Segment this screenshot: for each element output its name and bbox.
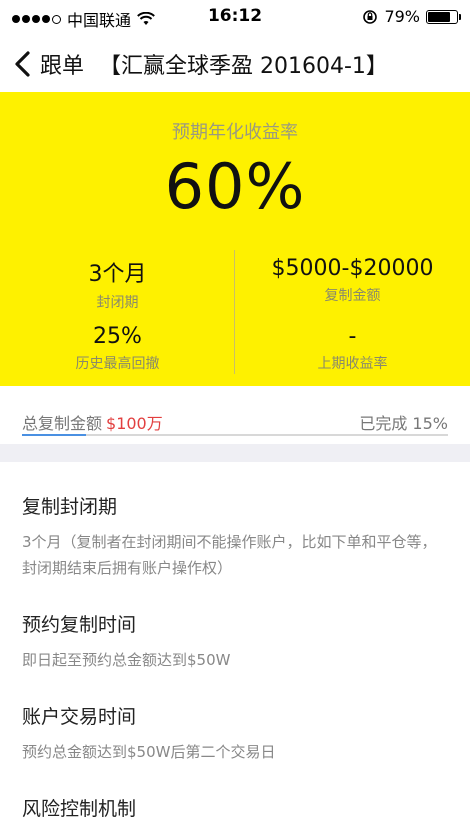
section-reservation-time: 预约复制时间 即日起至预约总金额达到$50W — [22, 610, 448, 673]
section-title: 风险控制机制 — [22, 798, 137, 820]
section-trading-time: 账户交易时间 预约总金额达到$50W后第二个交易日 — [22, 702, 448, 765]
section-description: 预约总金额达到$50W后第二个交易日 — [22, 743, 276, 761]
rotation-lock-icon — [363, 9, 378, 24]
yield-summary-panel: 预期年化收益率 60% 3个月 封闭期 $5000-$20000 复制金额 25… — [0, 92, 470, 386]
stat-value: - — [348, 324, 357, 349]
copy-progress: 总复制金额 $100万 已完成 15% — [0, 386, 470, 444]
nav-bar: 跟单 【汇赢全球季盈 201604-1】 — [0, 34, 470, 92]
section-title: 复制封闭期 — [22, 496, 118, 518]
back-label[interactable]: 跟单 — [40, 54, 84, 79]
progress-fill — [22, 434, 86, 436]
stat-value: 25% — [93, 324, 142, 349]
section-description: 3个月（复制者在封闭期间不能操作账户，比如下单和平仓等，封闭期结束后拥有账户操作… — [22, 533, 437, 577]
stat-lock-period: 3个月 封闭期 — [0, 256, 235, 312]
status-bar: 中国联通 16:12 79% — [0, 0, 470, 34]
section-risk-control: 风险控制机制 — [22, 794, 448, 821]
back-chevron-icon[interactable] — [12, 51, 34, 77]
battery-percent: 79% — [384, 7, 420, 26]
section-description: 即日起至预约总金额达到$50W — [22, 651, 231, 669]
stat-label: 封闭期 — [96, 295, 139, 311]
stat-divider — [234, 250, 235, 374]
stat-copy-amount: $5000-$20000 复制金额 — [235, 256, 470, 305]
battery-fill — [428, 11, 451, 22]
rate-value: 60% — [164, 150, 306, 223]
section-title: 账户交易时间 — [22, 706, 137, 728]
stat-label: 复制金额 — [324, 288, 381, 304]
progress-track — [22, 434, 448, 436]
section-lock-period: 复制封闭期 3个月（复制者在封闭期间不能操作账户，比如下单和平仓等，封闭期结束后… — [22, 492, 448, 581]
stat-value: $5000-$20000 — [271, 256, 434, 281]
stat-last-period-yield: - 上期收益率 — [235, 324, 470, 373]
battery-icon — [426, 9, 461, 24]
rate-label: 预期年化收益率 — [172, 122, 298, 143]
stat-max-drawdown: 25% 历史最高回撤 — [0, 324, 235, 373]
nav-title: 跟单 【汇赢全球季盈 201604-1】 — [40, 48, 388, 80]
section-separator — [0, 444, 470, 462]
total-amount: $100万 — [106, 414, 163, 433]
stat-label: 上期收益率 — [317, 356, 388, 372]
section-title: 预约复制时间 — [22, 614, 137, 636]
page-title: 【汇赢全球季盈 201604-1】 — [99, 54, 388, 79]
stat-value: 3个月 — [88, 262, 147, 287]
stat-label: 历史最高回撤 — [75, 356, 160, 372]
total-label: 总复制金额 — [22, 414, 103, 433]
total-copy-amount: 总复制金额 $100万 — [22, 410, 163, 434]
completion-status: 已完成 15% — [359, 414, 448, 433]
status-right: 79% — [362, 7, 461, 26]
